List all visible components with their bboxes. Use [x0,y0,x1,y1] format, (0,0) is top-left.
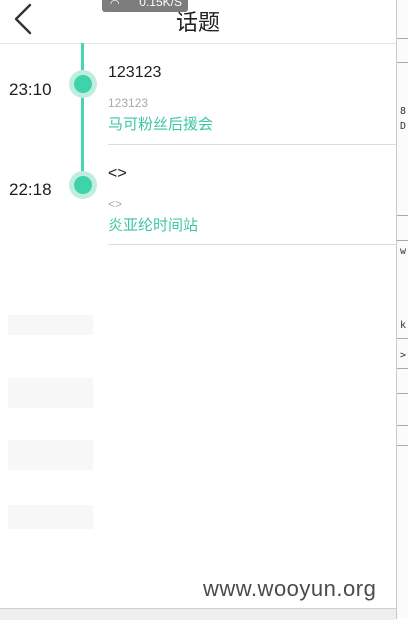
background-text: 8 [400,106,407,117]
timeline-item[interactable]: <> <> 炎亚纶时间站 [108,165,396,245]
background-text: > [400,350,407,361]
item-subtitle: <> [108,197,123,211]
item-subtitle: 123123 [108,96,149,110]
entry-time: 23:10 [9,80,52,99]
timeline-dot [69,171,97,199]
ghost-row [8,440,93,470]
background-window-edge: 8 D: w k > [396,0,408,619]
item-title: <> [108,165,127,182]
ghost-row [8,315,93,335]
ghost-row [8,505,93,529]
page-title: 话题 [175,10,220,35]
item-group-link[interactable]: 炎亚纶时间站 [108,214,396,235]
item-group-link[interactable]: 马可粉丝后援会 [108,113,396,134]
bottom-edge [0,608,396,620]
watermark-text: www.wooyun.org [203,576,377,601]
ghost-row [8,378,93,408]
entry-time: 22:18 [9,180,52,199]
timeline-dot [69,70,97,98]
top-bar: ◠ 0.15K/S 话题 [0,0,396,44]
timeline-item[interactable]: 123123 123123 马可粉丝后援会 [108,64,396,145]
item-title: 123123 [108,64,162,81]
background-text: D: [400,121,408,132]
background-text: k [400,320,407,331]
background-text: w [400,246,407,257]
